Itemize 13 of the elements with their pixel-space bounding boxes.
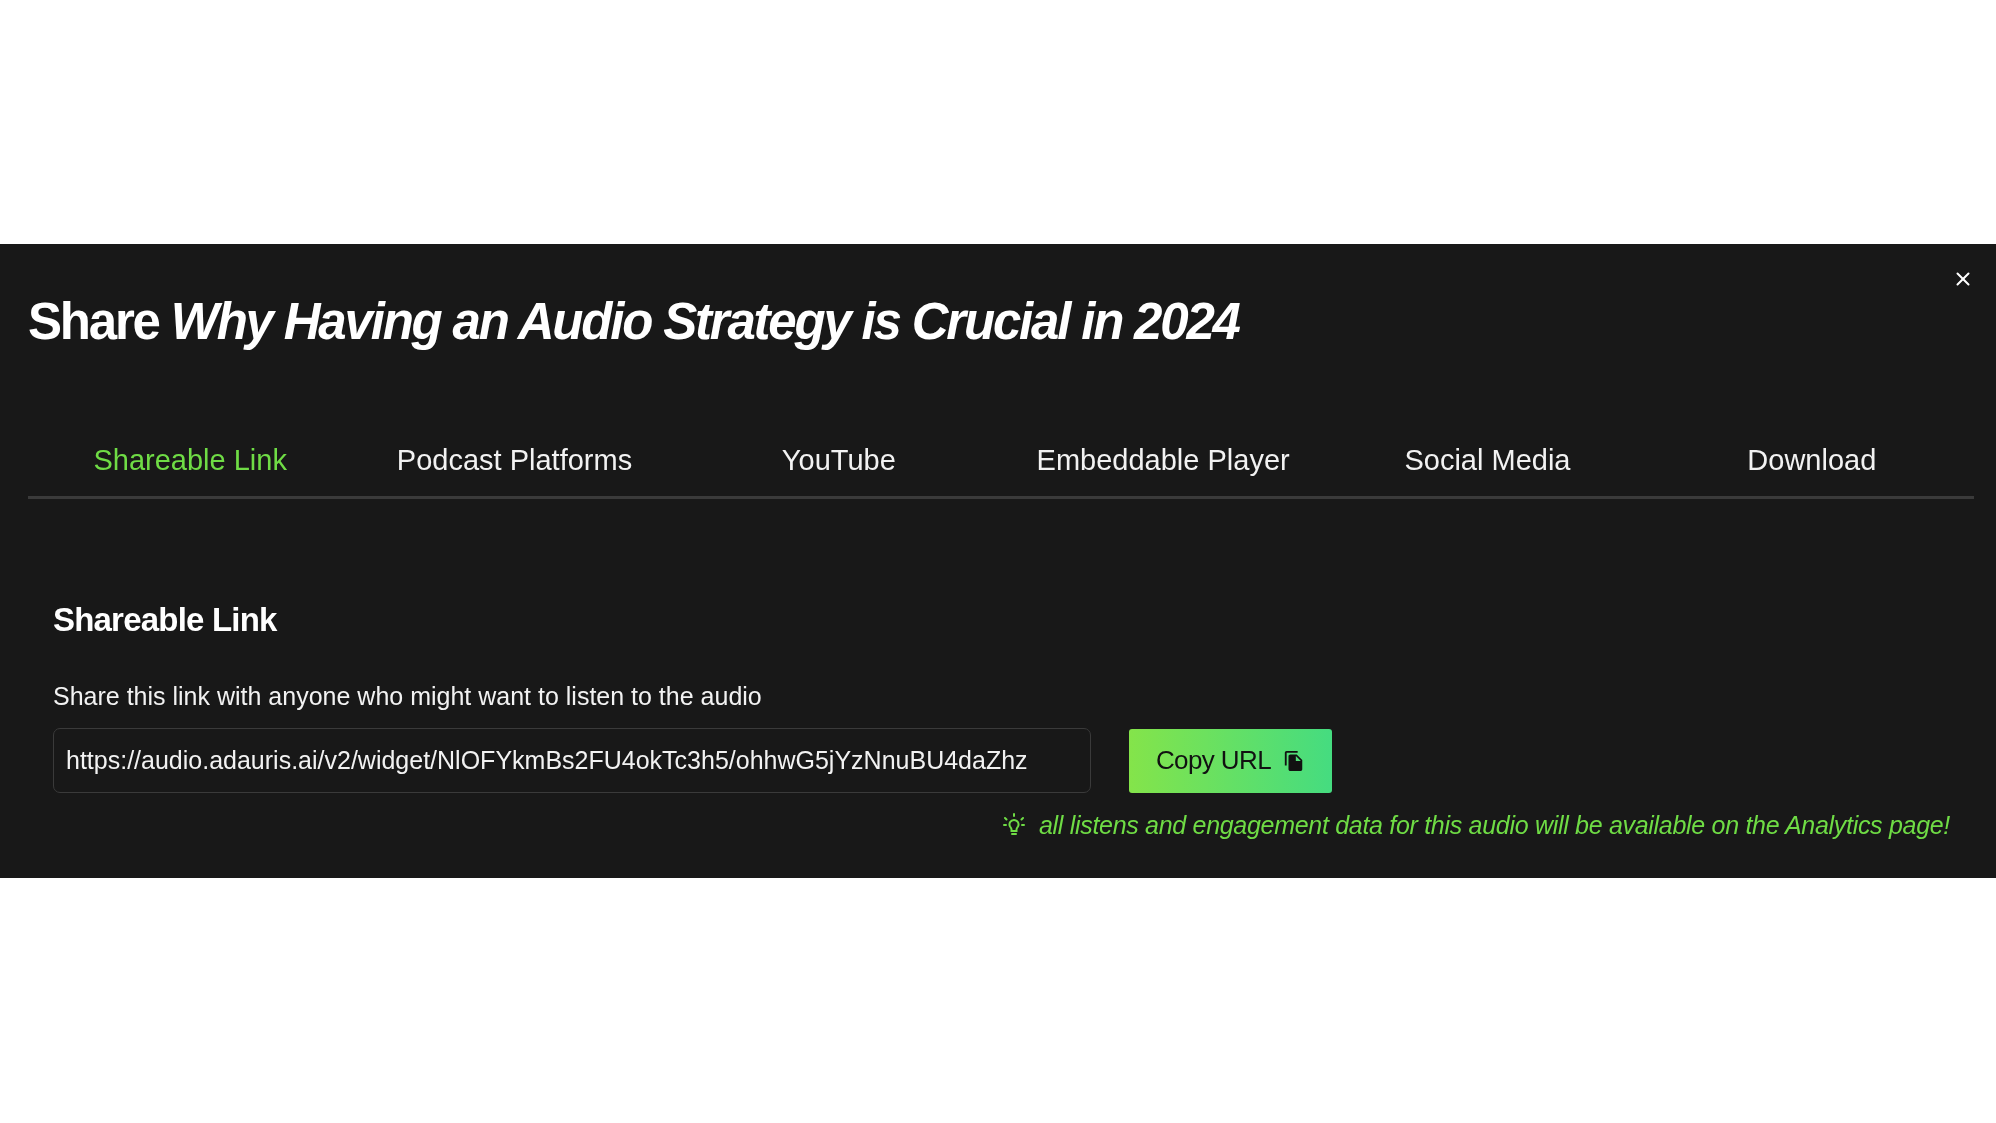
tab[interactable]: Embeddable Player [1001, 423, 1326, 496]
analytics-hint: all listens and engagement data for this audio will be available on the Analytics page! [1038, 810, 1950, 840]
tab[interactable]: YouTube [676, 423, 1001, 496]
lightbulb-icon [1002, 813, 1025, 837]
tab[interactable]: Podcast Platforms [352, 423, 677, 496]
section-description: Share this link with anyone who might want to listen to the audio [53, 681, 762, 711]
tab[interactable]: Download [1649, 423, 1974, 496]
dialog-title: Share Why Having an Audio Strategy is Crucial in 2024 [28, 292, 1239, 352]
section-heading: Shareable Link [53, 600, 277, 640]
tab[interactable]: Shareable Link [28, 423, 353, 496]
link-field[interactable]: https://audio.adauris.ai/v2/widget/NlOFYkmBs2FU4okTc3h5/ohhwG5jYzNnuBU4daZhz [53, 728, 1091, 793]
tab[interactable]: Social Media [1325, 423, 1650, 496]
copy-url-button[interactable]: Copy URL [1129, 728, 1332, 793]
